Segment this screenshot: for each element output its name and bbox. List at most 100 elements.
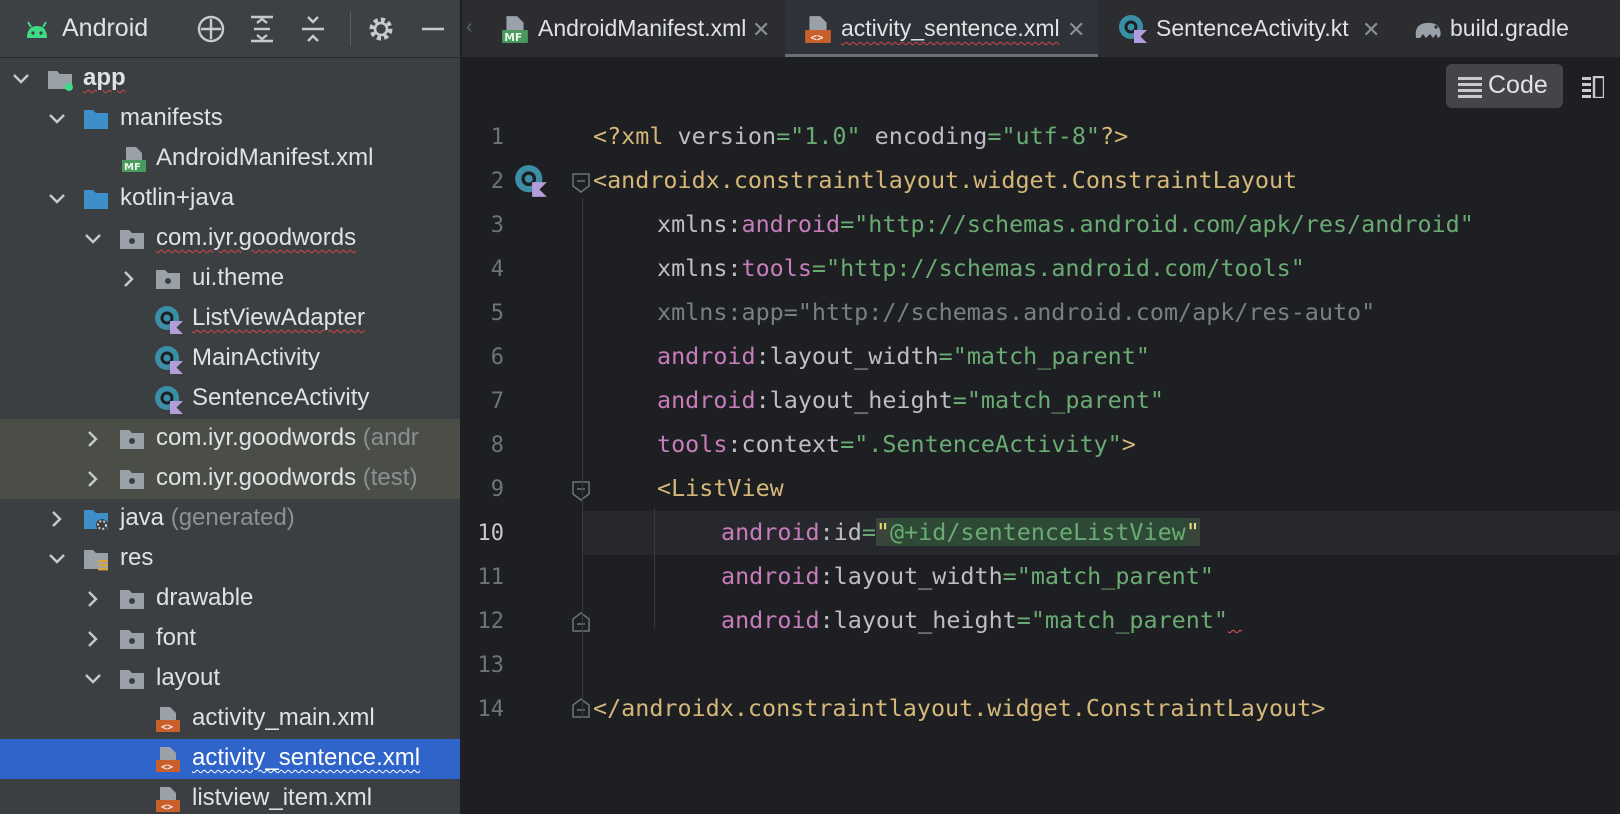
tree-item-drawable[interactable]: drawable — [0, 579, 460, 619]
line-number: 8 — [490, 433, 504, 458]
line-number: 11 — [477, 565, 505, 590]
code-view-button[interactable]: Code — [1446, 64, 1563, 108]
package-icon — [154, 265, 182, 293]
tree-label: com.iyr.goodwords (andr — [156, 424, 419, 451]
layout-file-icon: <> — [154, 745, 182, 773]
code-view-label: Code — [1488, 71, 1548, 99]
tab-build-gradle[interactable]: build.gradle — [1394, 0, 1620, 57]
tree-item-app[interactable]: app — [0, 59, 460, 99]
close-icon[interactable]: ✕ — [752, 17, 770, 43]
gear-icon[interactable] — [366, 14, 396, 44]
package-icon — [118, 585, 146, 613]
generated-folder-icon — [82, 505, 110, 533]
fold-end-marker-icon[interactable] — [572, 698, 590, 718]
tree-item-kotlin-java[interactable]: kotlin+java — [0, 179, 460, 219]
code-line-2: <androidx.constraintlayout.widget.Constr… — [593, 166, 1298, 194]
fold-marker-icon[interactable] — [572, 481, 590, 501]
line-number: 1 — [490, 125, 504, 150]
chevron-right-icon[interactable] — [82, 628, 104, 650]
chevron-right-icon[interactable] — [82, 428, 104, 450]
tab-label: build.gradle — [1450, 15, 1569, 41]
layout-file-icon: <> — [154, 785, 182, 813]
chevron-down-icon[interactable] — [46, 548, 68, 570]
fold-marker-icon[interactable] — [572, 173, 590, 193]
code-line-8: tools:context=".SentenceActivity"> — [657, 430, 1136, 458]
tree-item-sentenceactivity[interactable]: SentenceActivity — [0, 379, 460, 419]
tree-label: SentenceActivity — [192, 384, 370, 411]
tree-label: com.iyr.goodwords — [156, 224, 357, 251]
code-line-6: android:layout_width="match_parent" — [657, 342, 1150, 370]
code-line-11: android:layout_width="match_parent" — [721, 562, 1214, 590]
collapse-all-icon[interactable] — [298, 14, 328, 44]
tab-label: activity_sentence.xml — [841, 15, 1060, 41]
tab-label: SentenceActivity.kt — [1156, 15, 1349, 41]
tree-item-package-main[interactable]: com.iyr.goodwords — [0, 219, 460, 259]
tree-item-java-generated[interactable]: java (generated) — [0, 499, 460, 539]
tree-item-res[interactable]: res — [0, 539, 460, 579]
tree-item-font[interactable]: font — [0, 619, 460, 659]
activity-gutter-icon[interactable] — [514, 164, 548, 203]
code-line-9: <ListView — [657, 474, 784, 502]
tree-item-ui-theme[interactable]: ui.theme — [0, 259, 460, 299]
line-number-gutter: 1 2 3 4 5 6 7 8 9 10 11 12 13 14 — [462, 114, 582, 814]
line-number: 14 — [477, 697, 505, 722]
manifest-file-icon: MF — [500, 14, 530, 44]
tree-item-androidmanifest[interactable]: MF AndroidManifest.xml — [0, 139, 460, 179]
tree-item-package-androidtest[interactable]: com.iyr.goodwords (andr — [0, 419, 460, 459]
svg-text:<>: <> — [161, 802, 173, 813]
hide-panel-icon[interactable] — [418, 14, 448, 44]
tree-item-layout[interactable]: layout — [0, 659, 460, 699]
tree-item-listviewadapter[interactable]: ListViewAdapter — [0, 299, 460, 339]
tab-sentenceactivity-kt[interactable]: SentenceActivity.kt ✕ — [1100, 0, 1392, 57]
tree-label: activity_main.xml — [192, 704, 375, 731]
header-separator — [350, 12, 351, 46]
tree-item-package-test[interactable]: com.iyr.goodwords (test) — [0, 459, 460, 499]
tree-item-listview-item[interactable]: <> listview_item.xml — [0, 779, 460, 814]
chevron-down-icon[interactable] — [10, 68, 32, 90]
tree-label: listview_item.xml — [192, 784, 373, 811]
source-folder-icon — [82, 185, 110, 213]
chevron-left-icon[interactable]: ‹ — [466, 16, 473, 39]
tree-label: com.iyr.goodwords (test) — [156, 464, 418, 491]
tree-label: AndroidManifest.xml — [156, 144, 374, 171]
locate-icon[interactable] — [196, 14, 226, 44]
indent-guide — [654, 508, 655, 628]
line-number: 10 — [477, 521, 505, 546]
tree-item-activity-main[interactable]: <> activity_main.xml — [0, 699, 460, 739]
chevron-right-icon[interactable] — [118, 268, 140, 290]
close-icon[interactable]: ✕ — [1067, 17, 1085, 43]
resource-folder-icon — [82, 545, 110, 573]
chevron-down-icon[interactable] — [46, 188, 68, 210]
line-number: 2 — [490, 169, 504, 194]
tab-activity-sentence[interactable]: <> activity_sentence.xml ✕ — [785, 0, 1098, 57]
chevron-right-icon[interactable] — [82, 468, 104, 490]
module-folder-icon — [46, 65, 74, 93]
code-line-14: </androidx.constraintlayout.widget.Const… — [593, 694, 1326, 722]
tree-label: res — [120, 544, 154, 571]
line-number: 9 — [490, 477, 504, 502]
split-view-icon[interactable] — [1582, 75, 1606, 103]
svg-text:<>: <> — [811, 31, 824, 44]
chevron-down-icon[interactable] — [82, 228, 104, 250]
close-icon[interactable]: ✕ — [1362, 17, 1380, 43]
code-line-7: android:layout_height="match_parent" — [657, 386, 1164, 414]
tree-label: ui.theme — [192, 264, 285, 291]
tab-androidmanifest[interactable]: MF AndroidManifest.xml ✕ — [482, 0, 782, 57]
chevron-right-icon[interactable] — [46, 508, 68, 530]
tree-item-manifests[interactable]: manifests — [0, 99, 460, 139]
project-panel: Android app manifests MF AndroidManifest… — [0, 0, 460, 814]
expand-all-icon[interactable] — [247, 14, 277, 44]
tree-label: manifests — [120, 104, 223, 131]
tree-item-activity-sentence[interactable]: <> activity_sentence.xml — [0, 739, 460, 779]
fold-end-marker-icon[interactable] — [572, 612, 590, 632]
code-line-12: android:layout_height="match_parent" — [721, 606, 1242, 634]
chevron-down-icon[interactable] — [46, 108, 68, 130]
tree-item-mainactivity[interactable]: MainActivity — [0, 339, 460, 379]
project-view-selector[interactable]: Android — [62, 14, 148, 43]
code-line-3: xmlns:android="http://schemas.android.co… — [657, 210, 1474, 238]
chevron-right-icon[interactable] — [82, 588, 104, 610]
svg-text:<>: <> — [161, 762, 173, 773]
chevron-down-icon[interactable] — [82, 668, 104, 690]
tree-label: java (generated) — [120, 504, 295, 531]
kotlin-class-icon — [154, 345, 183, 374]
